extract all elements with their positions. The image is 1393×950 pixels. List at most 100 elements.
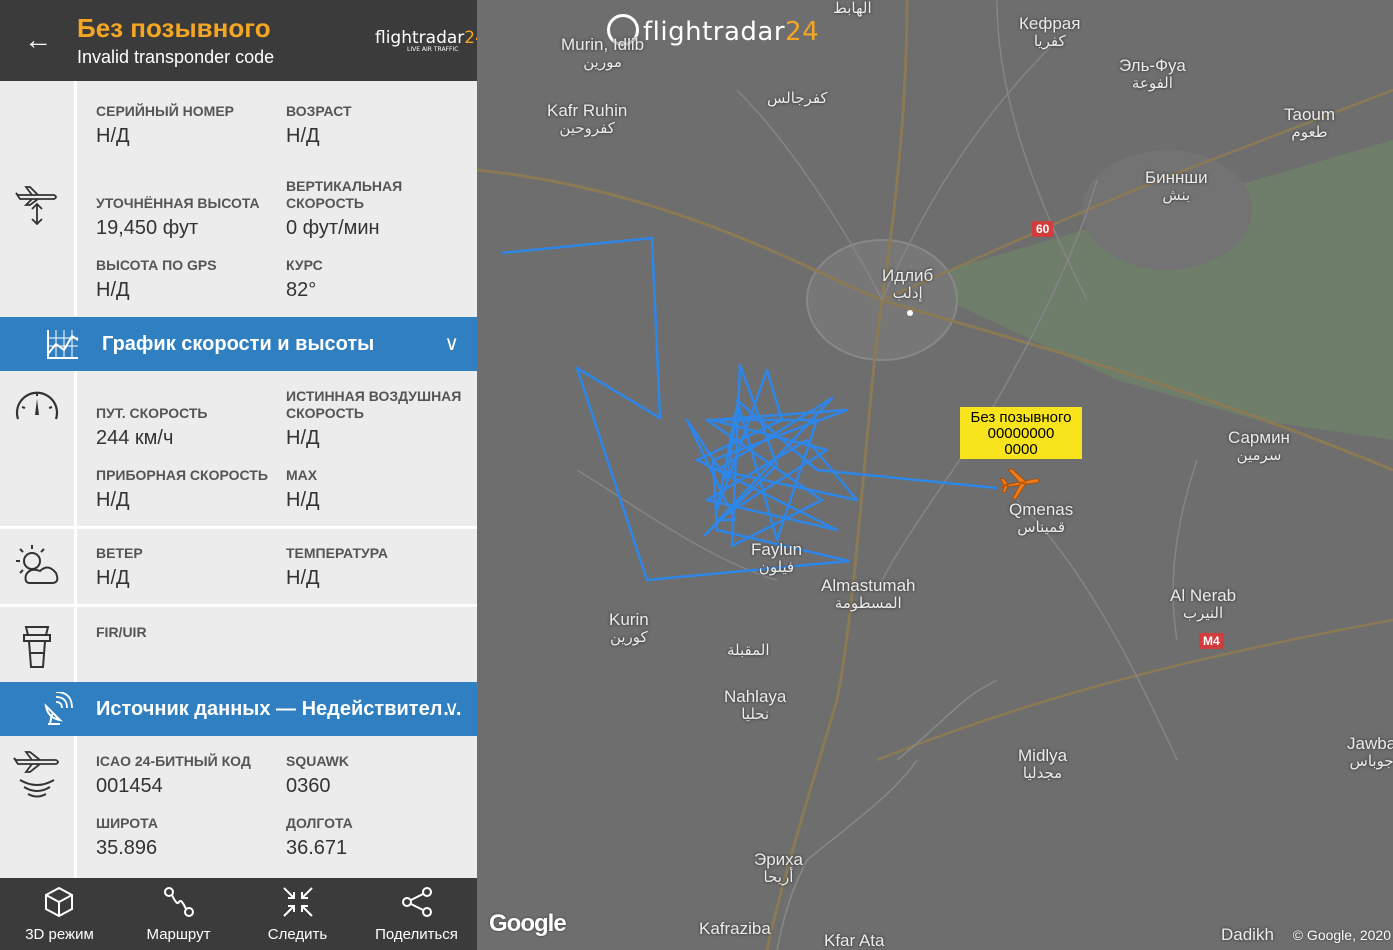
longitude-value: 36.671 — [286, 837, 348, 859]
place-label: كفرجالس — [767, 90, 828, 107]
place-label: Nahlaya نحليا — [724, 687, 787, 724]
flight-label[interactable]: Без позывного 00000000 0000 — [960, 407, 1082, 459]
data-source-toggle[interactable]: Источник данных — Недействител… ∨ — [0, 682, 477, 736]
place-label: Кефрая كفريا — [1019, 14, 1081, 51]
place-label: Kfar Ata — [824, 931, 885, 950]
follow-button[interactable]: Следить — [238, 878, 357, 950]
place-label: Qmenas قميناس — [1009, 500, 1074, 537]
track-value: 82° — [286, 279, 317, 301]
serial-label: Серийный номер — [96, 103, 235, 119]
cube-icon — [45, 886, 73, 918]
chevron-down-icon: ∨ — [444, 698, 459, 720]
bottom-toolbar: 3D режим Маршрут Следить Поделиться — [0, 878, 477, 950]
graph-icon — [47, 330, 79, 359]
speedometer-icon — [15, 391, 59, 420]
share-icon — [402, 887, 432, 917]
icao-label: ICAO 24-битный код — [96, 753, 251, 769]
speed-altitude-graph-toggle[interactable]: График скорости и высоты ∨ — [0, 317, 477, 371]
place-label: Jawba جوباس — [1347, 734, 1393, 771]
latitude-value: 35.896 — [96, 837, 158, 859]
gps-altitude-label: Высота по GPS — [96, 257, 217, 273]
vertical-speed-label: Вертикальная скорость — [286, 178, 403, 211]
share-button[interactable]: Поделиться — [357, 878, 476, 950]
calibrated-altitude-label: Уточнённая высота — [96, 195, 260, 211]
flight-label-squawk: 0000 — [1004, 441, 1038, 458]
google-logo: Google — [489, 910, 567, 937]
flight-subtitle: Invalid transponder code — [77, 47, 275, 67]
data-source-title: Источник данных — Недействител… — [96, 698, 463, 720]
serial-value: Н/Д — [96, 125, 130, 147]
chevron-down-icon: ∨ — [444, 333, 459, 355]
icao-value: 001454 — [96, 775, 163, 797]
road-60-shield: 60 — [1032, 221, 1054, 237]
map-view[interactable]: flightradar24 60 M4 Murin, Idlib مورين Ka… — [477, 0, 1393, 950]
place-label: المقبلة — [727, 642, 770, 659]
radar-dish-icon — [44, 692, 73, 725]
place-label: Kurin كورين — [609, 610, 649, 647]
indicated-airspeed-value: Н/Д — [96, 489, 130, 511]
flightradar24-brand-logo: flightradar24LIVE AIR TRAFFIC — [375, 28, 477, 53]
calibrated-altitude-value: 19,450 фут — [96, 217, 199, 239]
transponder-icon — [13, 751, 59, 798]
place-label: Сармин سرمين — [1228, 428, 1290, 465]
ground-speed-label: Пут. скорость — [96, 405, 208, 421]
age-label: Возраст — [286, 103, 352, 119]
vertical-speed-value: 0 фут/мин — [286, 217, 380, 239]
place-label: Al Nerab النيرب — [1170, 586, 1237, 623]
squawk-label: Squawk — [286, 753, 349, 769]
age-value: Н/Д — [286, 125, 320, 147]
place-label: Dadikh — [1221, 925, 1274, 944]
gps-altitude-value: Н/Д — [96, 279, 130, 301]
flight-label-reg: 00000000 — [987, 425, 1055, 442]
place-label: Faylun فيلون — [751, 540, 803, 577]
indicated-airspeed-label: Приборная скорость — [96, 467, 268, 483]
flight-info-panel: Серийный номер Н/Д Возраст Н/Д Уточнённа… — [0, 0, 477, 950]
mach-label: MAX — [286, 467, 318, 483]
place-label: Kafr Ruhin كفروحين — [547, 101, 628, 138]
aircraft-section: Серийный номер Н/Д Возраст Н/Д Уточнённа… — [0, 81, 477, 316]
map-copyright: © Google, 2020 — [1292, 927, 1391, 943]
speed-altitude-graph-title: График скорости и высоты — [102, 333, 375, 355]
squawk-value: 0360 — [286, 775, 331, 797]
weather-section: Ветер Н/Д Температура Н/Д — [0, 529, 477, 604]
place-label: Идлиб إدلب — [882, 266, 934, 303]
longitude-label: Долгота — [286, 815, 353, 831]
flight-callsign-title: Без позывного — [77, 13, 271, 43]
temperature-label: Температура — [286, 545, 388, 561]
place-label: Эриха أريحا — [754, 850, 803, 887]
road-m4-shield: M4 — [1199, 633, 1224, 649]
true-airspeed-value: Н/Д — [286, 427, 320, 449]
track-label: Курс — [286, 257, 323, 273]
route-button[interactable]: Маршрут — [119, 878, 238, 950]
aircraft-icon[interactable] — [1000, 466, 1040, 500]
latitude-label: Широта — [96, 815, 158, 831]
place-label: Эль-Фуа الفوعة — [1119, 56, 1186, 93]
app-header: ← Без позывного Invalid transponder code… — [0, 0, 477, 81]
temperature-value: Н/Д — [286, 567, 320, 589]
route-icon — [164, 887, 194, 917]
place-label: Kafraziba — [699, 919, 771, 938]
wind-label: Ветер — [96, 545, 143, 561]
control-tower-icon — [23, 626, 51, 668]
fir-label: FIR/UIR — [96, 624, 147, 640]
altitude-icon — [15, 186, 57, 225]
true-airspeed-label: Истинная воздушная скорость — [286, 388, 462, 421]
source-section: ICAO 24-битный код 001454 Squawk 0360 Ши… — [0, 736, 477, 878]
back-arrow-icon[interactable]: ← — [24, 26, 52, 54]
speed-section: Пут. скорость 244 км/ч Истинная воздушна… — [0, 371, 477, 526]
place-label: Murin, Idlib مورين — [561, 35, 645, 72]
mach-value: Н/Д — [286, 489, 320, 511]
fir-section: FIR/UIR — [0, 607, 477, 682]
place-label: Midlya مجدليا — [1018, 746, 1068, 783]
place-label: Биннши بنش — [1145, 168, 1208, 205]
map-base — [477, 0, 1393, 950]
follow-icon — [283, 887, 313, 917]
weather-icon — [16, 545, 59, 584]
ground-speed-value: 244 км/ч — [96, 427, 174, 449]
place-label: الهابط — [833, 0, 872, 17]
place-label: Almastumah المسطومة — [821, 576, 916, 613]
3d-mode-button[interactable]: 3D режим — [0, 878, 119, 950]
flight-label-callsign: Без позывного — [970, 409, 1072, 426]
place-label: Taoum طعوم — [1284, 105, 1336, 142]
wind-value: Н/Д — [96, 567, 130, 589]
